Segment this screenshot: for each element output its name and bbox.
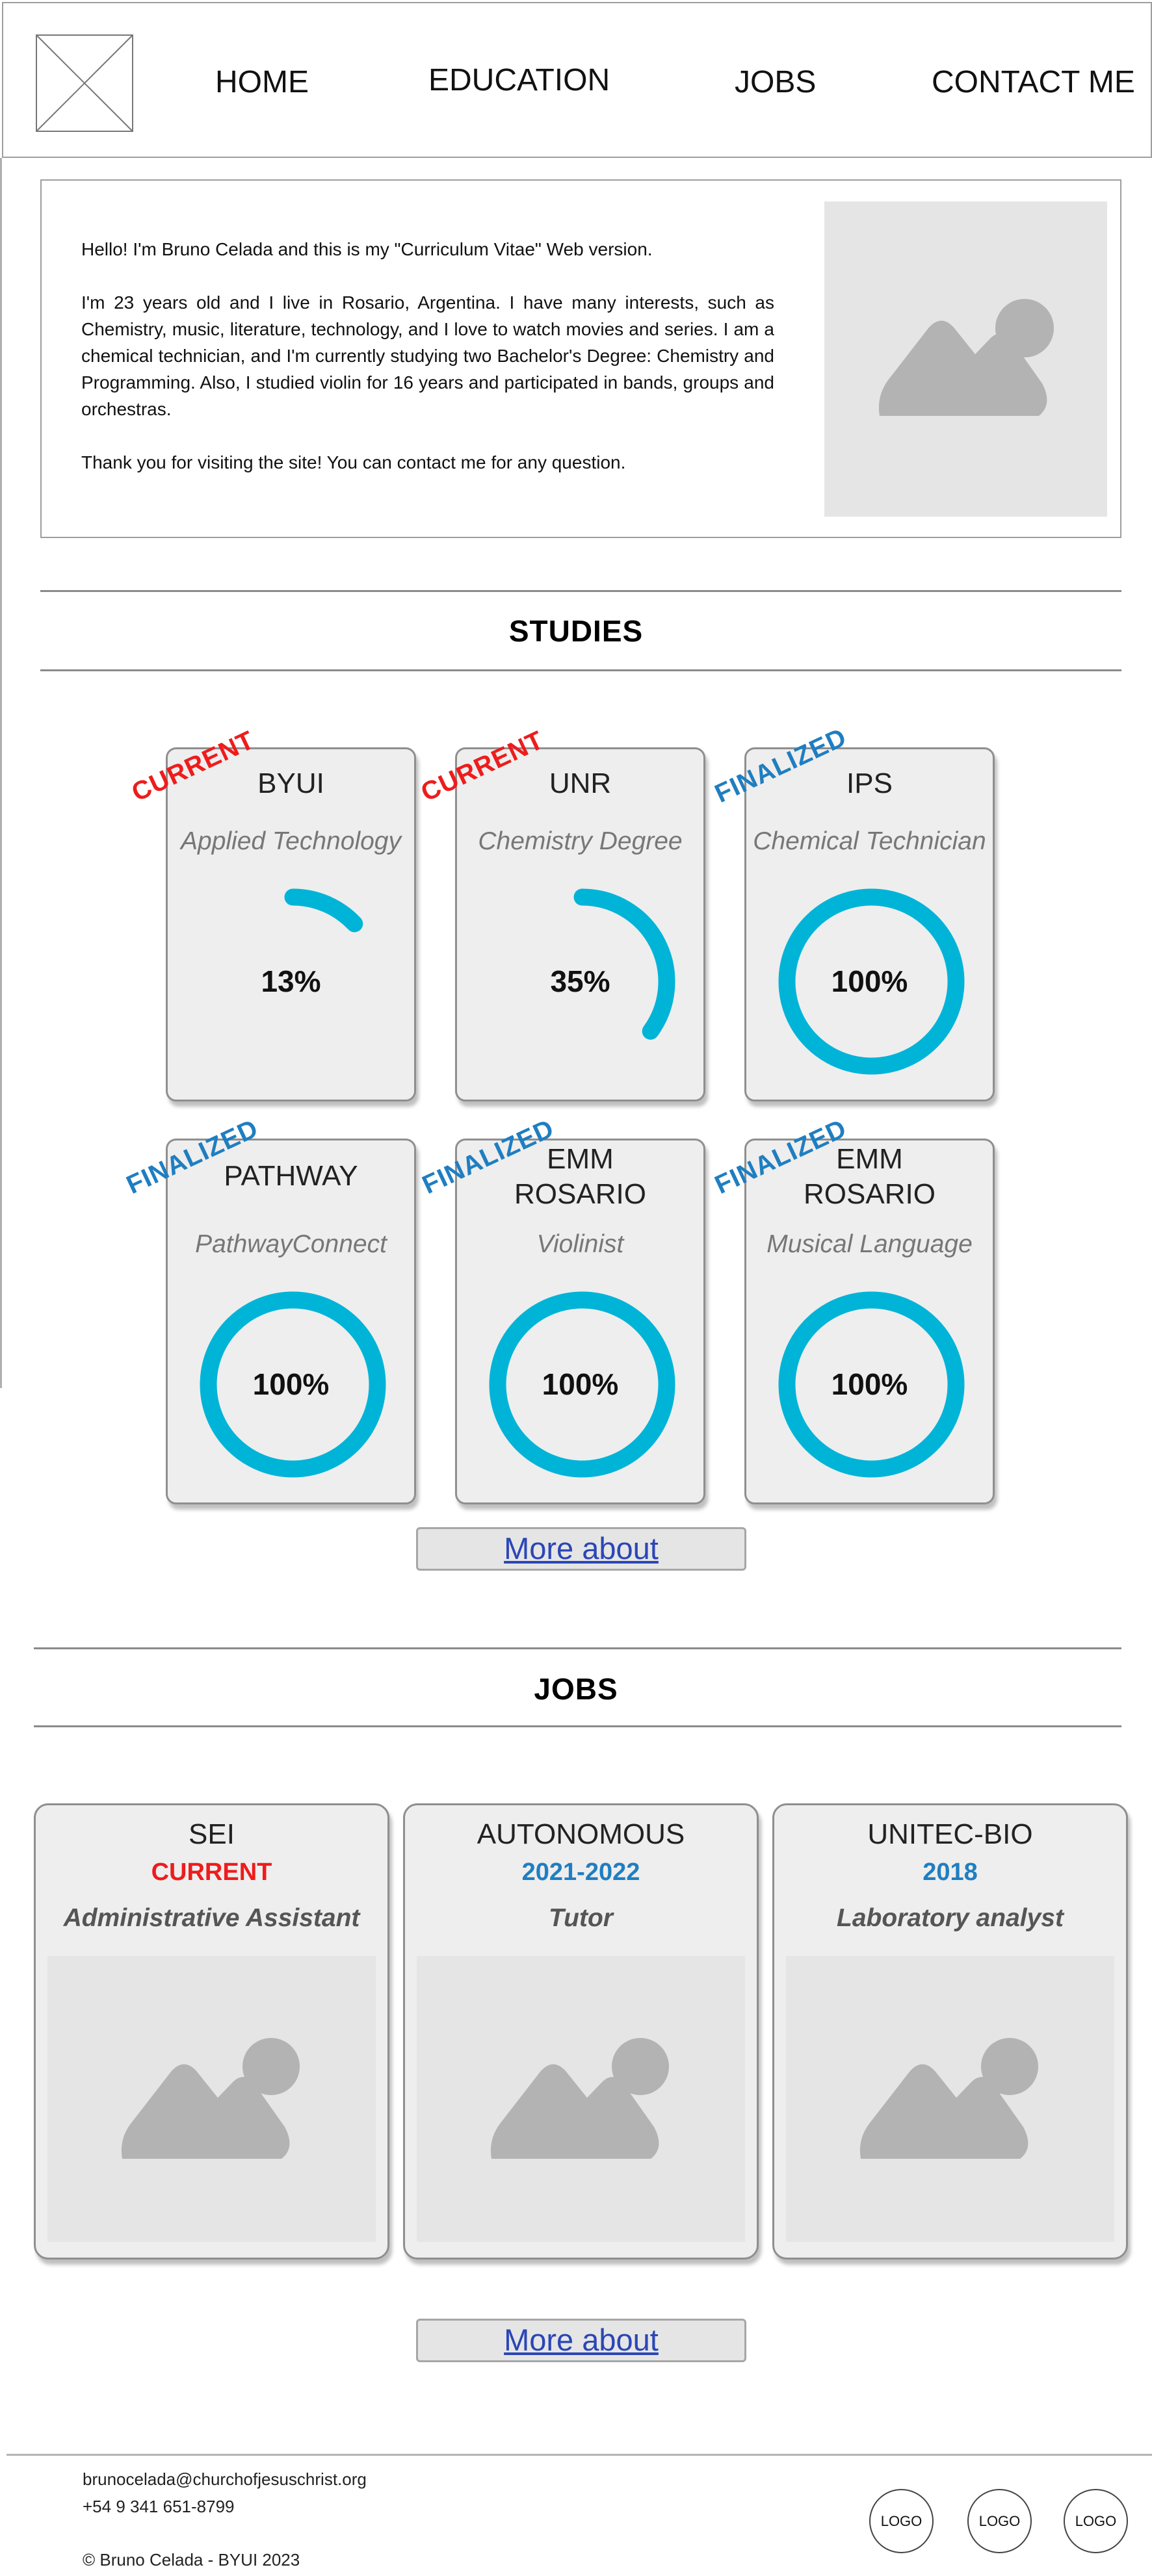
footer-email[interactable]: brunocelada@churchofjesuschrist.org xyxy=(83,2469,367,2490)
job-card-sei[interactable]: SEI CURRENT Administrative Assistant xyxy=(34,1803,389,2260)
footer-phone[interactable]: +54 9 341 651-8799 xyxy=(83,2497,235,2517)
study-subtitle: Applied Technology xyxy=(181,827,401,855)
study-subtitle: PathwayConnect xyxy=(195,1230,387,1258)
job-role: Laboratory analyst xyxy=(837,1904,1064,1932)
job-card-unitec-bio[interactable]: UNITEC-BIO 2018 Laboratory analyst xyxy=(772,1803,1128,2260)
study-subtitle: Violinist xyxy=(536,1230,624,1258)
studies-title: STUDIES xyxy=(508,614,644,648)
job-period: 2021-2022 xyxy=(521,1859,640,1886)
study-name-line2: ROSARIO xyxy=(514,1178,646,1210)
intro-thanks: Thank you for visiting the site! You can… xyxy=(81,452,626,472)
footer-rule xyxy=(7,2454,1152,2456)
profile-image xyxy=(824,201,1107,517)
job-name: SEI xyxy=(189,1818,235,1850)
study-card-pathway[interactable]: PATHWAY PathwayConnect 100% xyxy=(166,1139,416,1504)
job-period: 2018 xyxy=(923,1859,978,1886)
job-period: CURRENT xyxy=(151,1859,272,1886)
job-role: Administrative Assistant xyxy=(63,1904,360,1932)
jobs-rule-top xyxy=(34,1647,1121,1649)
study-card-byui[interactable]: BYUI Applied Technology 13% xyxy=(166,747,416,1101)
studies-rule-bottom xyxy=(40,669,1121,671)
progress-label: 100% xyxy=(831,1367,908,1401)
job-role: Tutor xyxy=(549,1904,613,1932)
footer-logo-1[interactable]: LOGO xyxy=(869,2489,934,2553)
study-subtitle: Chemistry Degree xyxy=(478,827,683,855)
study-subtitle: Chemical Technician xyxy=(753,827,986,855)
progress-label: 100% xyxy=(252,1367,330,1401)
progress-arc xyxy=(284,888,363,933)
study-subtitle: Musical Language xyxy=(766,1230,973,1258)
jobs-title: JOBS xyxy=(534,1672,618,1706)
studies-rule-top xyxy=(40,590,1121,592)
job-image xyxy=(786,1956,1114,2242)
footer-logo-2[interactable]: LOGO xyxy=(967,2489,1032,2553)
job-name: UNITEC-BIO xyxy=(867,1818,1033,1850)
studies-more-about-button[interactable]: More about xyxy=(416,1527,746,1571)
job-name: AUTONOMOUS xyxy=(477,1818,685,1850)
footer-logo-3[interactable]: LOGO xyxy=(1064,2489,1128,2553)
jobs-more-about-button[interactable]: More about xyxy=(416,2319,746,2362)
intro-greeting: Hello! I'm Bruno Celada and this is my "… xyxy=(81,239,653,259)
study-name-line2: ROSARIO xyxy=(804,1178,936,1210)
mountain-image-icon xyxy=(121,2038,300,2159)
study-card-ips[interactable]: IPS Chemical Technician 100% xyxy=(744,747,995,1101)
footer-copyright: © Bruno Celada - BYUI 2023 xyxy=(83,2550,300,2570)
progress-label: 13% xyxy=(261,964,321,998)
study-card-unr[interactable]: UNR Chemistry Degree 35% xyxy=(455,747,705,1101)
job-card-autonomous[interactable]: AUTONOMOUS 2021-2022 Tutor xyxy=(403,1803,759,2260)
nav-contact[interactable]: CONTACT ME xyxy=(932,64,1135,100)
mountain-image-icon xyxy=(490,2038,669,2159)
site-header: HOME EDUCATION JOBS CONTACT ME xyxy=(2,2,1152,158)
study-card-emm-musical-language[interactable]: EMM ROSARIO Musical Language 100% xyxy=(744,1139,995,1504)
job-image xyxy=(47,1956,376,2242)
progress-label: 100% xyxy=(831,964,908,998)
intro-bio: I'm 23 years old and I live in Rosario, … xyxy=(81,292,774,419)
mountain-image-icon xyxy=(878,299,1054,416)
nav-jobs[interactable]: JOBS xyxy=(735,64,816,100)
progress-label: 100% xyxy=(542,1367,619,1401)
study-card-emm-violinist[interactable]: EMM ROSARIO Violinist 100% xyxy=(455,1139,705,1504)
logo-placeholder-icon[interactable] xyxy=(36,34,133,132)
progress-label: 35% xyxy=(550,964,610,998)
nav-education[interactable]: EDUCATION xyxy=(428,62,610,98)
jobs-rule-bottom xyxy=(34,1725,1121,1727)
intro-text: Hello! I'm Bruno Celada and this is my "… xyxy=(81,236,774,502)
page-left-border xyxy=(0,158,2,1388)
nav-home[interactable]: HOME xyxy=(215,64,309,100)
mountain-image-icon xyxy=(859,2038,1038,2159)
job-image xyxy=(417,1956,745,2242)
